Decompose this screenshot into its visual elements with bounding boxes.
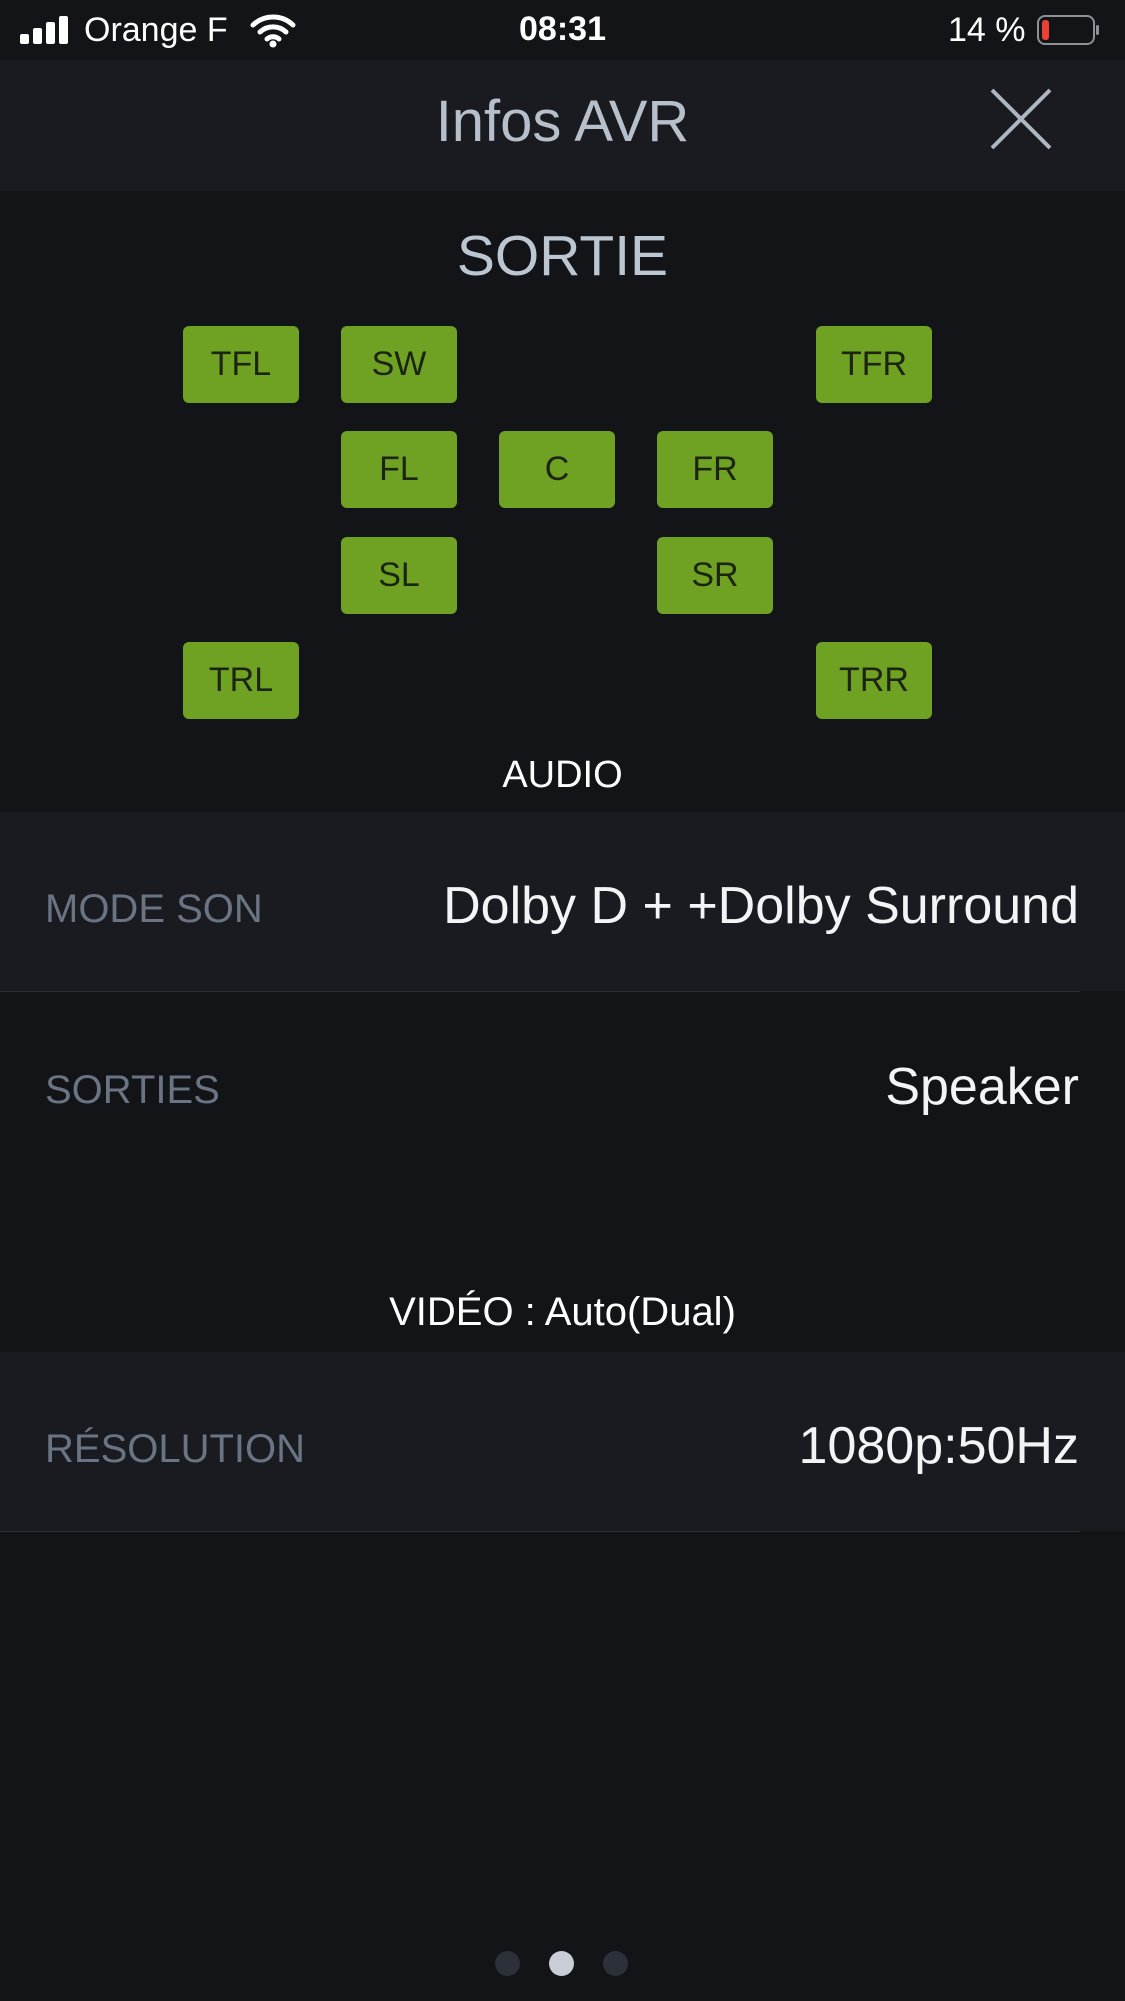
status-bar: Orange F 08:31 14 % [0, 0, 1125, 60]
nav-bar: Infos AVR [0, 60, 1125, 191]
speaker-fl: FL [341, 431, 457, 508]
close-icon[interactable] [990, 88, 1052, 150]
speaker-sl: SL [341, 537, 457, 614]
resolution-value: 1080p:50Hz [798, 1417, 1079, 1475]
page-dot-active[interactable] [549, 1951, 574, 1976]
section-title-output: SORTIE [456, 224, 669, 288]
sorties-row: SORTIES Speaker [0, 992, 1125, 1171]
resolution-label: RÉSOLUTION [45, 1427, 306, 1471]
mode-son-value: Dolby D + +Dolby Surround [443, 877, 1079, 935]
mode-son-row: MODE SON Dolby D + +Dolby Surround [0, 812, 1125, 991]
audio-label: AUDIO [502, 754, 623, 796]
mode-son-label: MODE SON [45, 887, 263, 931]
speaker-tfr: TFR [816, 326, 932, 403]
speaker-fr: FR [657, 431, 773, 508]
sorties-label: SORTIES [45, 1068, 220, 1112]
battery-icon [1037, 15, 1099, 45]
speaker-tfl: TFL [183, 326, 299, 403]
battery-percent: 14 % [948, 11, 1026, 49]
page-dot[interactable] [495, 1951, 520, 1976]
speaker-trr: TRR [816, 642, 932, 719]
page-indicator[interactable] [0, 1951, 1125, 1977]
output-section: SORTIE TFL SW TFR FL C FR SL SR TRL TRR … [0, 191, 1125, 811]
page-dot[interactable] [603, 1951, 628, 1976]
video-label: VIDÉO : Auto(Dual) [389, 1290, 736, 1334]
battery-level-fill [1042, 20, 1049, 40]
page-title: Infos AVR [435, 89, 690, 154]
speaker-sr: SR [657, 537, 773, 614]
speaker-c: C [499, 431, 615, 508]
speaker-sw: SW [341, 326, 457, 403]
sorties-value: Speaker [885, 1058, 1079, 1116]
divider [0, 1531, 1080, 1532]
resolution-row: RÉSOLUTION 1080p:50Hz [0, 1352, 1125, 1531]
speaker-trl: TRL [183, 642, 299, 719]
